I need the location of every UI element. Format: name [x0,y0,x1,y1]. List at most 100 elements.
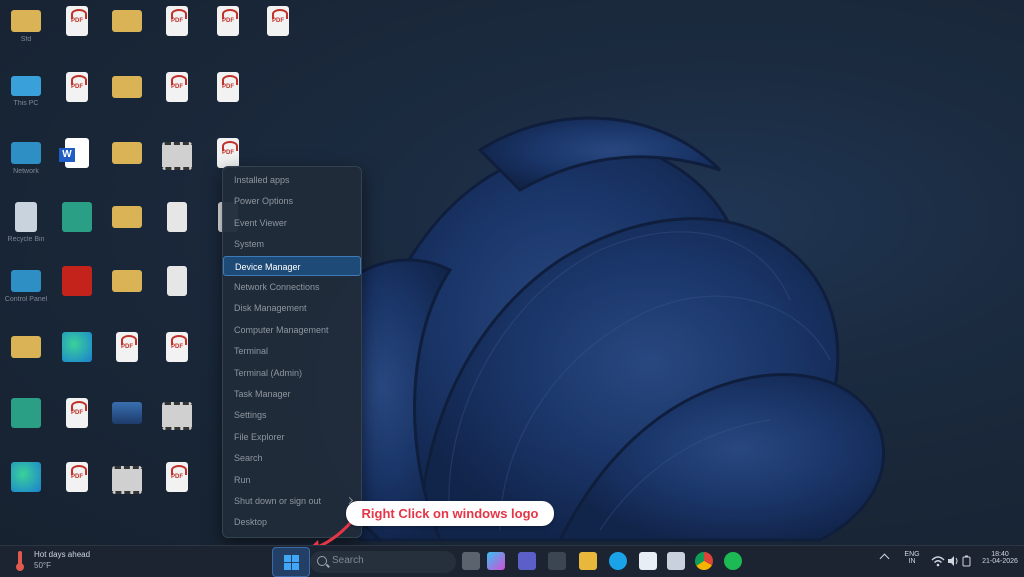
notepad-icon[interactable] [639,552,657,570]
menu-item-disk-management[interactable]: Disk Management [223,298,361,318]
chrome-icon[interactable] [695,552,713,570]
menu-item-terminal-admin[interactable]: Terminal (Admin) [223,363,361,383]
desktop-icon[interactable] [105,396,149,456]
desktop-icon[interactable] [105,330,149,390]
desktop-icon[interactable] [155,264,199,324]
desktop-icon[interactable] [55,136,99,196]
menu-item-settings[interactable]: Settings [223,405,361,425]
skype-icon[interactable] [609,552,627,570]
copilot-icon[interactable] [487,552,505,570]
pdf-icon [267,6,289,36]
desktop-icon-label: Control Panel [4,296,48,303]
clock-date: 21-04-2026 [982,558,1018,565]
pdf-icon [66,462,88,492]
desktop-icon[interactable] [105,264,149,324]
desktop-icon[interactable] [4,330,48,390]
desktop-icon[interactable] [55,330,99,390]
store-icon[interactable] [548,552,566,570]
menu-item-terminal[interactable]: Terminal [223,341,361,361]
film-icon [162,402,192,430]
desktop-icon[interactable] [55,460,99,520]
desktop-icon[interactable] [206,4,250,64]
menu-item-file-explorer[interactable]: File Explorer [223,427,361,447]
desktop-dim-overlay [0,0,1024,545]
menu-item-network-connections[interactable]: Network Connections [223,277,361,297]
task-view-icon[interactable] [462,552,480,570]
menu-item-device-manager[interactable]: Device Manager [223,255,361,276]
desktop-icon[interactable] [155,200,199,260]
desktop-icon[interactable] [105,460,149,520]
desktop-icon-label: Recycle Bin [7,236,45,243]
windows-logo-icon [284,555,291,562]
desktop-icon[interactable] [155,70,199,130]
desktop-icon[interactable] [155,460,199,520]
desktop-icon[interactable] [155,136,199,196]
menu-item-event-viewer[interactable]: Event Viewer [223,213,361,233]
region-code: IN [908,558,916,565]
winx-context-menu: Installed apps Power Options Event Viewer S… [222,166,362,538]
teams-icon[interactable] [518,552,536,570]
menu-item-run[interactable]: Run [223,470,361,490]
edge-icon [11,462,41,492]
pdf-icon [66,6,88,36]
taskbar: Hot days ahead 50°F Search ENG IN 18:40 [0,545,1024,577]
menu-item-power-options[interactable]: Power Options [223,191,361,211]
desktop-icon[interactable] [55,4,99,64]
menu-item-desktop[interactable]: Desktop [223,512,361,532]
search-icon [317,556,327,566]
doc-icon [167,266,187,296]
green-icon [62,202,92,232]
pdf-icon [217,138,239,168]
desktop-icon[interactable] [105,136,149,196]
menu-item-installed-apps[interactable]: Installed apps [223,170,361,190]
folder-icon [11,336,41,358]
desktop-icon[interactable] [155,330,199,390]
desktop-icon[interactable]: Control Panel [4,264,48,324]
word-icon [59,138,89,168]
desktop-icon[interactable] [105,200,149,260]
desktop-icon[interactable] [105,70,149,130]
menu-item-computer-management[interactable]: Computer Management [223,320,361,340]
wifi-icon[interactable] [931,555,945,567]
desktop-icon[interactable] [55,200,99,260]
clock[interactable]: 18:40 21-04-2026 [980,551,1020,565]
desktop-icon[interactable]: Network [4,136,48,196]
snipping-icon[interactable] [667,552,685,570]
desktop-icon[interactable]: Sfd [4,4,48,64]
desktop-icon[interactable] [55,70,99,130]
desktop-icon-label: This PC [13,100,39,107]
menu-item-shut-down-or-sign-out[interactable]: Shut down or sign out [223,491,361,511]
pdf-icon [166,332,188,362]
desktop-icon[interactable] [4,460,48,520]
tray-chevron-icon[interactable] [879,553,890,564]
desktop-icon[interactable] [105,4,149,64]
pdf-icon [166,462,188,492]
menu-item-search[interactable]: Search [223,448,361,468]
desktop-icon[interactable] [155,396,199,456]
desktop-icon[interactable] [206,70,250,130]
spotify-icon[interactable] [724,552,742,570]
desktop-icon[interactable]: This PC [4,70,48,130]
weather-title: Hot days ahead [34,550,91,559]
menu-item-system[interactable]: System [223,234,361,254]
desktop-icon[interactable] [55,396,99,456]
menu-item-task-manager[interactable]: Task Manager [223,384,361,404]
language-indicator[interactable]: ENG IN [900,551,924,565]
weather-widget[interactable]: Hot days ahead 50°F [12,550,90,577]
taskbar-search[interactable]: Search [310,551,456,573]
edge-icon [62,332,92,362]
file-explorer-icon[interactable] [579,552,597,570]
battery-icon[interactable] [962,555,972,567]
desktop[interactable]: Sfd This PC Network Recycle Bin Control Pane… [0,0,1024,545]
desktop-icon[interactable]: Recycle Bin [4,200,48,260]
desktop-icon[interactable] [4,396,48,456]
windows-logo-tile [292,555,299,562]
desktop-icon[interactable] [256,4,300,64]
desktop-icon[interactable] [55,264,99,324]
desktop-icon[interactable] [155,4,199,64]
windows-logo-tile [292,563,299,570]
volume-icon[interactable] [947,555,959,567]
pdf-icon [217,6,239,36]
start-button[interactable] [272,547,310,577]
pdf-icon [166,72,188,102]
